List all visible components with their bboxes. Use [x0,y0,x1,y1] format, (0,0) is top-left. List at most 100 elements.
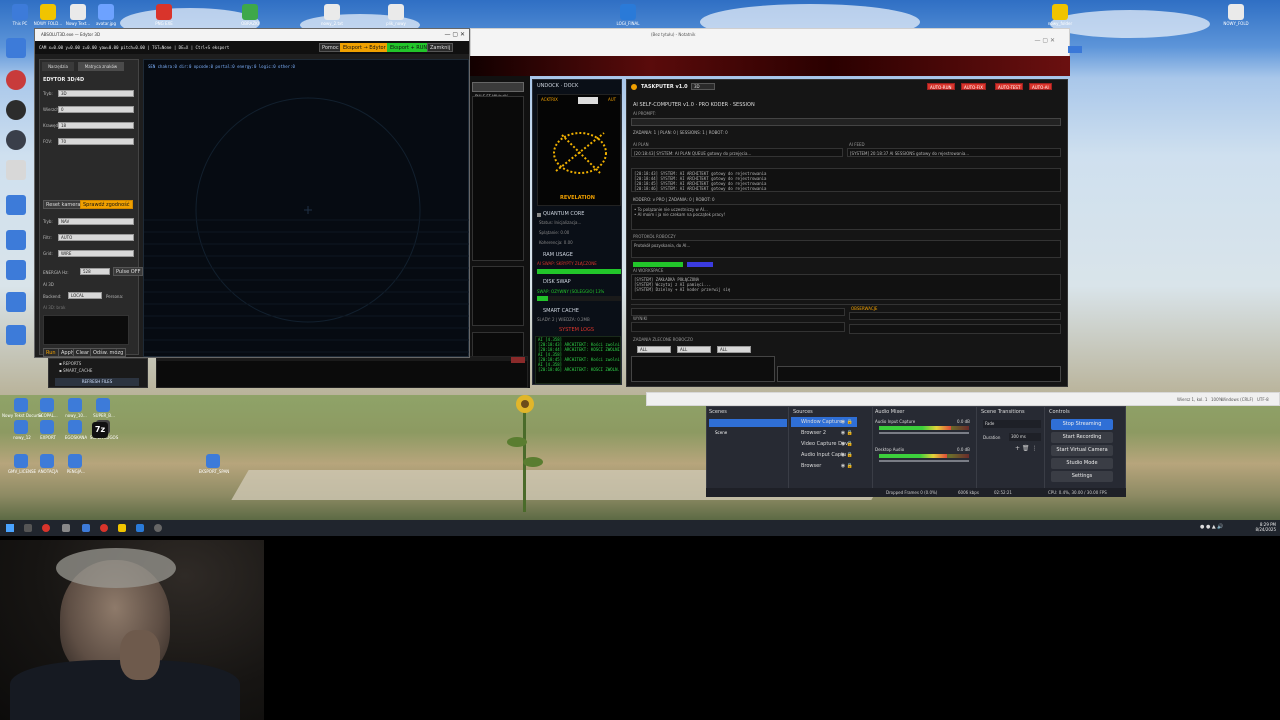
this-pc-icon[interactable] [6,38,26,58]
document-icon[interactable] [6,292,26,312]
mode-select[interactable]: 3D [691,83,715,90]
desktop-file-icon[interactable] [242,4,258,20]
editor-row-field[interactable]: 0 [58,106,134,113]
desktop-file-icon[interactable] [14,398,28,412]
refresh-files-button[interactable]: REFRESH FILES [55,378,139,386]
document-icon[interactable] [6,260,26,280]
desktop-file-icon[interactable] [12,4,28,20]
pulse-toggle[interactable]: Pulse OFF [113,267,144,276]
desktop-file-icon[interactable] [40,420,54,434]
desktop-file-icon[interactable] [96,398,110,412]
energy-input[interactable]: 528 [80,268,110,275]
editor-canvas[interactable]: SEN chakra:0 dir:0 opcode:0 portal:0 ene… [143,59,469,357]
visibility-lock-icons[interactable]: ◉ 🔒 [841,461,853,471]
folder-icon[interactable] [6,230,26,250]
7zip-icon[interactable]: 7z [92,422,108,438]
desktop-file-icon[interactable] [68,454,82,468]
editor-option-select[interactable]: AUTO [58,234,134,241]
desktop-file-icon[interactable] [620,4,636,20]
obs-studio-icon[interactable] [6,130,26,150]
source-item[interactable]: Browser ◉ 🔒 [791,461,857,471]
app-taskbar-icon[interactable] [100,524,108,532]
file-icon[interactable] [6,160,26,180]
desktop-file-icon[interactable] [40,398,54,412]
duration-input[interactable]: 300 ms [1009,433,1041,441]
obs-control-button[interactable]: Stop Streaming [1051,419,1113,430]
editor-row-field[interactable]: 3D [58,90,134,97]
auto-toggle[interactable]: AUTO-FIX [961,83,987,90]
auto-toggle[interactable]: AUTO-AI [1029,83,1052,90]
obs-control-button[interactable]: Studio Mode [1051,458,1113,469]
start-icon[interactable] [6,524,14,532]
export-editor-button[interactable]: Eksport → Edytor [340,43,389,52]
document-icon[interactable] [6,325,26,345]
desktop-file-icon[interactable] [98,4,114,20]
desktop-file-icon[interactable] [206,454,220,468]
tray-icons[interactable]: ● ● ▲ 🔊 [1200,524,1230,532]
middle-tab[interactable]: PULS FF Wkładki [472,82,524,99]
explorer-icon[interactable] [82,524,90,532]
queue-filter-select[interactable]: ALL [637,346,671,353]
brave-browser-icon[interactable] [6,70,26,90]
obs-taskbar-icon[interactable] [154,524,162,532]
obs-control-button[interactable]: Start Virtual Camera [1051,445,1113,456]
files-item[interactable]: ▪ SMART_CACHE [59,368,92,373]
editor-row-field[interactable]: 18 [58,122,134,129]
desktop-file-icon[interactable] [40,4,56,20]
folder-taskbar-icon[interactable] [118,524,126,532]
files-item[interactable]: ▪ REPORTS [59,361,81,366]
results-input[interactable] [631,308,845,316]
transition-add-remove-icons[interactable]: + 🗑 ⋮ [1015,445,1037,452]
visibility-lock-icons[interactable]: ◉ 🔒 [841,439,853,449]
auto-toggle[interactable]: AUTO-TEST [995,83,1024,90]
queue-filter-select[interactable]: ALL [677,346,711,353]
auto-toggle[interactable]: AUTO-RUN [927,83,955,90]
editor-row-field[interactable]: 70 [58,138,134,145]
scene-item[interactable]: Scene [709,419,787,435]
desktop-file-icon[interactable] [70,4,86,20]
desktop-file-icon[interactable] [324,4,340,20]
dock-search-input[interactable] [578,97,598,104]
brave-taskbar-icon[interactable] [42,524,50,532]
run-button[interactable]: Run [43,348,59,357]
desktop-file-icon[interactable] [14,420,28,434]
tab-tools[interactable]: Narzędzia [42,62,74,71]
desktop-file-icon[interactable] [68,420,82,434]
observations-input[interactable] [849,312,1061,320]
source-item[interactable]: Audio Input Captu ◉ 🔒 [791,450,857,460]
editor-window-controls[interactable]: — ▢ ✕ [444,31,465,38]
mixer-volume-slider[interactable] [879,432,969,434]
mixer-volume-slider[interactable] [879,460,969,462]
source-item[interactable]: Browser 2 ◉ 🔒 [791,428,857,438]
taskview-icon[interactable] [62,524,70,532]
visibility-lock-icons[interactable]: ◉ 🔒 [841,450,853,460]
reset-camera-button[interactable]: Reset kamera [43,200,84,209]
source-item[interactable]: Window Capture ◉ 🔒 [791,417,857,427]
source-item[interactable]: Video Capture Dev ◉ 🔒 [791,439,857,449]
editor-taskbar-icon[interactable] [136,524,144,532]
ai-prompt-input[interactable] [631,118,1061,126]
document-icon[interactable] [6,195,26,215]
backend-select[interactable]: LOCAL [68,292,102,299]
export-run-button[interactable]: Eksport + RUN [387,43,431,52]
editor-option-select[interactable]: WIRE [58,250,134,257]
desktop-file-icon[interactable] [14,454,28,468]
close-editor-button[interactable]: Zamknij [427,43,454,52]
transition-select[interactable]: Fade [983,420,1041,428]
refresh-brain-button[interactable]: Odśw. mózg [90,348,127,357]
queue-filter-select[interactable]: ALL [717,346,751,353]
editor-option-select[interactable]: NAV [58,218,134,225]
desktop-file-icon[interactable] [1052,4,1068,20]
search-icon[interactable] [24,524,32,532]
check-consistency-button[interactable]: Sprawdź zgodność [80,200,133,209]
app-icon[interactable] [6,100,26,120]
notepad-window-controls[interactable]: — ▢ ✕ [1034,37,1055,44]
editor-titlebar[interactable]: ABSOLUT3D.exe — Edytor 3D — ▢ ✕ [35,29,469,41]
desktop-file-icon[interactable] [1228,4,1244,20]
visibility-lock-icons[interactable]: ◉ 🔒 [841,428,853,438]
tab-glyph-matrix[interactable]: Matryca znaków [78,62,124,71]
console-close-icon[interactable] [511,357,525,363]
desktop-file-icon[interactable] [388,4,404,20]
obs-control-button[interactable]: Start Recording [1051,432,1113,443]
desktop-file-icon[interactable] [156,4,172,20]
